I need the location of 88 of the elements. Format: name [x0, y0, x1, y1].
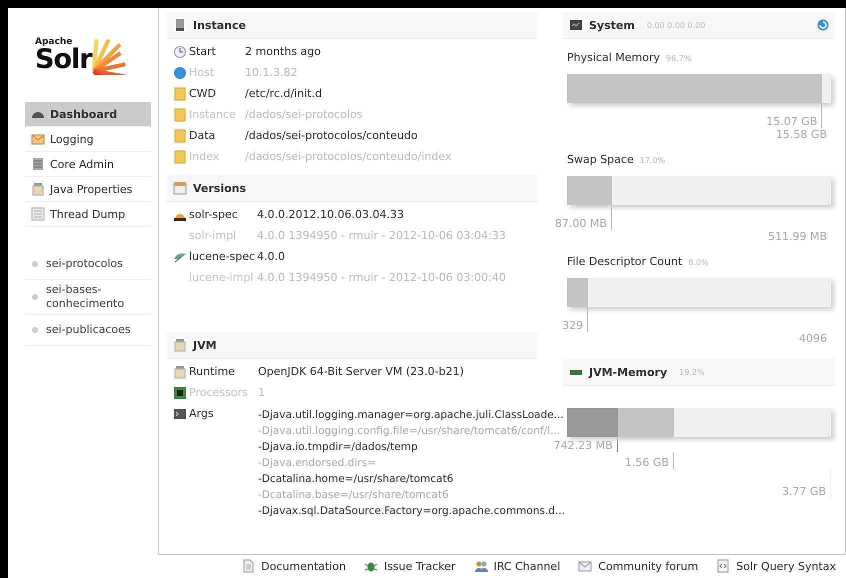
- meter-percent: 96.7%: [666, 54, 692, 63]
- envelope-icon: [578, 559, 592, 573]
- terminal-icon: [173, 407, 187, 421]
- field-label: Runtime: [189, 365, 236, 379]
- field-value: OpenJDK 64-Bit Server VM (23.0-b21): [258, 365, 464, 379]
- sidebar-item[interactable]: Logging: [25, 127, 151, 152]
- logo-wordmark: Solr: [35, 47, 92, 73]
- field-label: solr-spec: [189, 208, 239, 222]
- envelope-icon: [31, 132, 45, 146]
- sidebar-item[interactable]: Thread Dump: [25, 202, 151, 227]
- folder-icon: [173, 87, 187, 101]
- people-icon: [474, 559, 488, 573]
- section-header: JVM: [167, 332, 537, 359]
- document-icon: [241, 559, 256, 573]
- drive-icon: [173, 18, 187, 32]
- core-item[interactable]: sei-publicacoes: [25, 315, 151, 346]
- total-amount: 4096: [799, 332, 828, 345]
- field-label: Index: [189, 150, 220, 164]
- used-amount: 329: [562, 319, 584, 332]
- jvm-argument: -Djava.util.logging.config.file=/usr/share/tomcat6/conf/l...: [258, 424, 562, 439]
- field-label: lucene-impl: [189, 271, 254, 285]
- jvm-argument: -Dcatalina.base=/usr/share/tomcat6: [258, 488, 450, 503]
- used-amount: 15.07 GB: [766, 115, 818, 128]
- jvm-argument: -Djavax.sql.DataSource.Factory=org.apache.commons.d...: [258, 504, 565, 519]
- field-label: Instance: [189, 108, 237, 122]
- list-icon: [31, 207, 45, 221]
- field-value: 2 months ago: [245, 45, 321, 59]
- section-header: System 0.00 0.00 0.00: [563, 12, 835, 39]
- meter-label: File Descriptor Count: [567, 255, 682, 268]
- chip-icon: [173, 386, 187, 400]
- sidebar-item[interactable]: Java Properties: [25, 177, 151, 202]
- logo-caption: Apache: [35, 37, 74, 47]
- field-label: Start: [189, 45, 217, 59]
- footer-link[interactable]: Solr Query Syntax: [716, 559, 836, 573]
- footer-link[interactable]: IRC Channel: [474, 559, 560, 573]
- folder-icon: [173, 150, 187, 164]
- max-amount: 3.77 GB: [782, 485, 827, 498]
- used-amount: 87.00 MB: [554, 217, 608, 230]
- committed-amount: 1.56 GB: [624, 456, 670, 469]
- folder-icon: [173, 108, 187, 122]
- field-value: /dados/sei-protocolos: [245, 108, 362, 122]
- total-amount: 511.99 MB: [768, 230, 828, 243]
- jvm-argument: -Djava.util.logging.manager=org.apache.juli.ClassLoade...: [258, 408, 565, 423]
- field-value: /etc/rc.d/init.d: [245, 87, 322, 101]
- clock-icon: [173, 45, 187, 59]
- core-item[interactable]: sei-bases-conhecimento: [25, 280, 151, 315]
- section-header: Instance: [167, 12, 537, 39]
- server-icon: [31, 157, 45, 171]
- footer-link[interactable]: Issue Tracker: [364, 559, 456, 573]
- field-value: 4.0.0.2012.10.06.03.04.33: [257, 208, 404, 222]
- jar-icon: [31, 182, 45, 196]
- field-value: 4.0.0 1394950 - rmuir - 2012-10-06 03:00:40: [257, 271, 506, 285]
- jvm-argument: -Dcatalina.home=/usr/share/tomcat6: [258, 472, 454, 487]
- meter-percent: 17.0%: [640, 156, 666, 165]
- folder-icon: [173, 129, 187, 143]
- field-value: 1: [258, 386, 265, 400]
- meter-label: Swap Space: [567, 153, 634, 166]
- sidebar-item[interactable]: Core Admin: [25, 152, 151, 177]
- used-amount: 742.23 MB: [554, 439, 614, 452]
- core-item[interactable]: sei-protocolos: [25, 249, 151, 280]
- field-label: solr-impl: [189, 229, 238, 243]
- jar-icon: [173, 365, 187, 379]
- jvm-argument: -Djava.endorsed.dirs=: [258, 456, 377, 471]
- field-value: /dados/sei-protocolos/conteudo/index: [245, 150, 452, 164]
- footer-link[interactable]: Documentation: [241, 559, 346, 573]
- field-value: 4.0.0: [257, 250, 285, 264]
- footer-link[interactable]: Community forum: [578, 559, 698, 573]
- field-label: Processors: [189, 386, 249, 400]
- section-header: JVM-Memory 19.2%: [563, 359, 835, 386]
- field-label: Args: [189, 407, 215, 421]
- field-value: 4.0.0 1394950 - rmuir - 2012-10-06 03:04:33: [257, 229, 506, 243]
- monitor-icon: [569, 18, 583, 32]
- field-label: Host: [189, 66, 216, 80]
- meter-label: Physical Memory: [567, 51, 660, 64]
- refresh-icon[interactable]: [817, 19, 829, 31]
- section-header: Versions: [167, 175, 537, 202]
- total-amount: 15.58 GB: [776, 128, 828, 141]
- field-label: CWD: [189, 87, 218, 101]
- sidebar-item[interactable]: Dashboard: [25, 102, 151, 127]
- calendar-icon: [173, 181, 187, 195]
- field-value: /dados/sei-protocolos/conteudo: [245, 129, 418, 143]
- field-label: lucene-spec: [189, 250, 256, 264]
- field-label: Data: [189, 129, 216, 143]
- meter-percent: 8.0%: [688, 258, 709, 267]
- globe-icon: [173, 66, 187, 80]
- field-value: 10.1.3.82: [245, 66, 298, 80]
- code-document-icon: [716, 559, 730, 573]
- jar-icon: [173, 338, 187, 352]
